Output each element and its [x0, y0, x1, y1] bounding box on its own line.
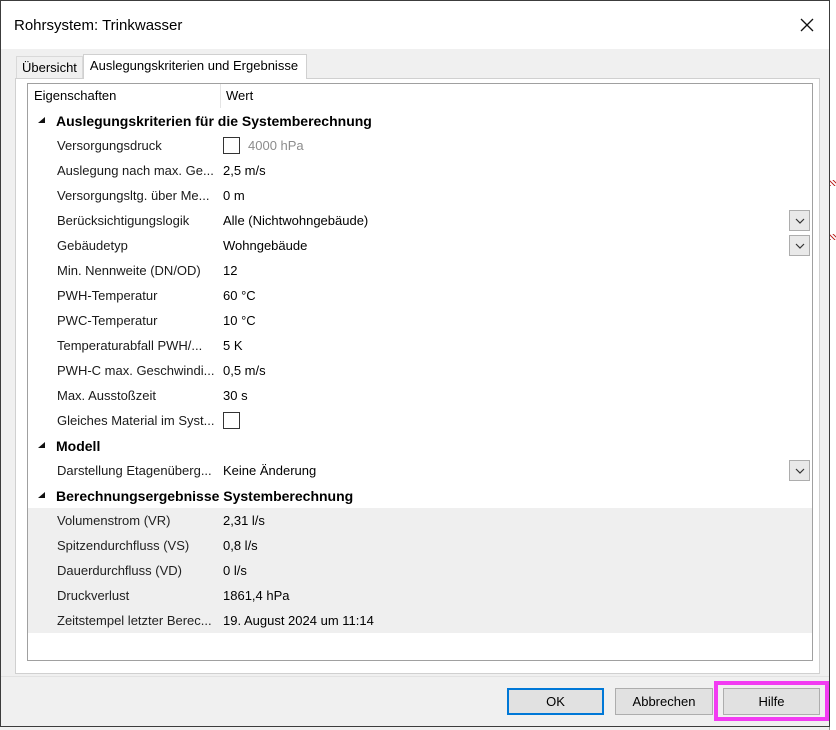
result-value: 0 l/s [223, 563, 247, 578]
result-row[interactable]: Spitzendurchfluss (VS) 0,8 l/s [28, 533, 812, 558]
grid-header: Eigenschaften Wert [28, 84, 812, 108]
result-value: 0,8 l/s [223, 538, 258, 553]
collapse-triangle-icon[interactable] [28, 442, 56, 449]
property-row[interactable]: Versorgungsltg. über Me... 0 m [28, 183, 812, 208]
property-value [223, 408, 240, 433]
property-row[interactable]: Gebäudetyp Wohngebäude [28, 233, 812, 258]
property-value[interactable]: 10 °C [223, 308, 256, 333]
property-value[interactable]: Wohngebäude [223, 233, 307, 258]
result-value: 2,31 l/s [223, 513, 265, 528]
property-value[interactable]: 12 [223, 258, 237, 283]
result-row[interactable]: Volumenstrom (VR) 2,31 l/s [28, 508, 812, 533]
property-row[interactable]: Berücksichtigungslogik Alle (Nichtwohnge… [28, 208, 812, 233]
property-row[interactable]: Min. Nennweite (DN/OD) 12 [28, 258, 812, 283]
property-row[interactable]: Darstellung Etagenüberg... Keine Änderun… [28, 458, 812, 483]
result-label: Zeitstempel letzter Berec... [57, 613, 212, 628]
background-hatch-mark [830, 180, 836, 186]
window-title: Rohrsystem: Trinkwasser [14, 17, 183, 34]
background-window-edge [829, 0, 836, 730]
result-row[interactable]: Zeitstempel letzter Berec... 19. August … [28, 608, 812, 633]
versorgungsdruck-checkbox[interactable] [223, 137, 240, 154]
property-label: Max. Ausstoßzeit [57, 388, 156, 403]
property-value[interactable]: Keine Änderung [223, 458, 316, 483]
property-row[interactable]: Max. Ausstoßzeit 30 s [28, 383, 812, 408]
property-row[interactable]: PWH-C max. Geschwindi... 0,5 m/s [28, 358, 812, 383]
tab-auslegungskriterien[interactable]: Auslegungskriterien und Ergebnisse [82, 54, 308, 79]
group-title: Berechnungsergebnisse Systemberechnung [56, 487, 354, 504]
property-row[interactable]: Versorgungsdruck 4000 hPa [28, 133, 812, 158]
cancel-button[interactable]: Abbrechen [615, 688, 713, 715]
background-hatch-mark [830, 234, 836, 240]
collapse-triangle-icon[interactable] [28, 492, 56, 499]
dialog-window: Rohrsystem: Trinkwasser Übersicht Ausleg… [0, 0, 830, 727]
ok-button[interactable]: OK [507, 688, 604, 715]
property-value[interactable]: 30 s [223, 383, 248, 408]
property-label: Gebäudetyp [57, 238, 128, 253]
result-value: 19. August 2024 um 11:14 [223, 613, 374, 628]
result-label: Spitzendurchfluss (VS) [57, 538, 190, 553]
help-button[interactable]: Hilfe [723, 688, 820, 715]
close-icon [800, 18, 814, 32]
column-header-properties: Eigenschaften [28, 84, 221, 108]
result-row[interactable]: Druckverlust 1861,4 hPa [28, 583, 812, 608]
group-title: Modell [56, 437, 101, 454]
tab-panel: Eigenschaften Wert Auslegungskriterien f… [15, 78, 820, 674]
close-button[interactable] [787, 7, 827, 43]
property-row[interactable]: PWC-Temperatur 10 °C [28, 308, 812, 333]
column-header-value: Wert [226, 88, 254, 103]
chevron-down-icon [795, 243, 804, 249]
footer-separator [1, 676, 829, 677]
property-label: PWC-Temperatur [57, 313, 158, 328]
chevron-down-icon [795, 468, 804, 474]
group-header[interactable]: Modell [28, 433, 812, 458]
dropdown-button[interactable] [789, 210, 810, 231]
result-label: Dauerdurchfluss (VD) [57, 563, 182, 578]
property-value: 4000 hPa [223, 133, 304, 158]
chevron-down-icon [795, 218, 804, 224]
dropdown-button[interactable] [789, 235, 810, 256]
property-label: Auslegung nach max. Ge... [57, 163, 214, 178]
property-label: Temperaturabfall PWH/... [57, 338, 203, 353]
group-title: Auslegungskriterien für die Systemberech… [56, 112, 372, 129]
property-label: PWH-Temperatur [57, 288, 158, 303]
property-row[interactable]: Gleiches Material im Syst... [28, 408, 812, 433]
result-row[interactable]: Dauerdurchfluss (VD) 0 l/s [28, 558, 812, 583]
property-value[interactable]: 0,5 m/s [223, 358, 266, 383]
result-label: Druckverlust [57, 588, 130, 603]
result-label: Volumenstrom (VR) [57, 513, 171, 528]
gleiches-material-checkbox[interactable] [223, 412, 240, 429]
property-row[interactable]: PWH-Temperatur 60 °C [28, 283, 812, 308]
property-label: Gleiches Material im Syst... [57, 413, 215, 428]
property-label: Darstellung Etagenüberg... [57, 463, 212, 478]
property-value[interactable]: Alle (Nichtwohngebäude) [223, 208, 368, 233]
result-value: 1861,4 hPa [223, 588, 290, 603]
title-bar: Rohrsystem: Trinkwasser [1, 1, 829, 49]
group-header[interactable]: Berechnungsergebnisse Systemberechnung [28, 483, 812, 508]
group-header[interactable]: Auslegungskriterien für die Systemberech… [28, 108, 812, 133]
dropdown-button[interactable] [789, 460, 810, 481]
property-value[interactable]: 2,5 m/s [223, 158, 266, 183]
property-value[interactable]: 60 °C [223, 283, 256, 308]
tab-strip: Übersicht Auslegungskriterien und Ergebn… [16, 54, 308, 79]
property-row[interactable]: Auslegung nach max. Ge... 2,5 m/s [28, 158, 812, 183]
collapse-triangle-icon[interactable] [28, 117, 56, 124]
property-row[interactable]: Temperaturabfall PWH/... 5 K [28, 333, 812, 358]
property-label: Berücksichtigungslogik [57, 213, 190, 228]
versorgungsdruck-value: 4000 hPa [248, 138, 304, 153]
property-grid: Eigenschaften Wert Auslegungskriterien f… [27, 83, 813, 661]
property-label: PWH-C max. Geschwindi... [57, 363, 215, 378]
tab-uebersicht[interactable]: Übersicht [16, 56, 83, 78]
property-value[interactable]: 5 K [223, 333, 243, 358]
property-label: Min. Nennweite (DN/OD) [57, 263, 201, 278]
property-label: Versorgungsltg. über Me... [57, 188, 210, 203]
property-label: Versorgungsdruck [57, 138, 162, 153]
property-value[interactable]: 0 m [223, 183, 245, 208]
